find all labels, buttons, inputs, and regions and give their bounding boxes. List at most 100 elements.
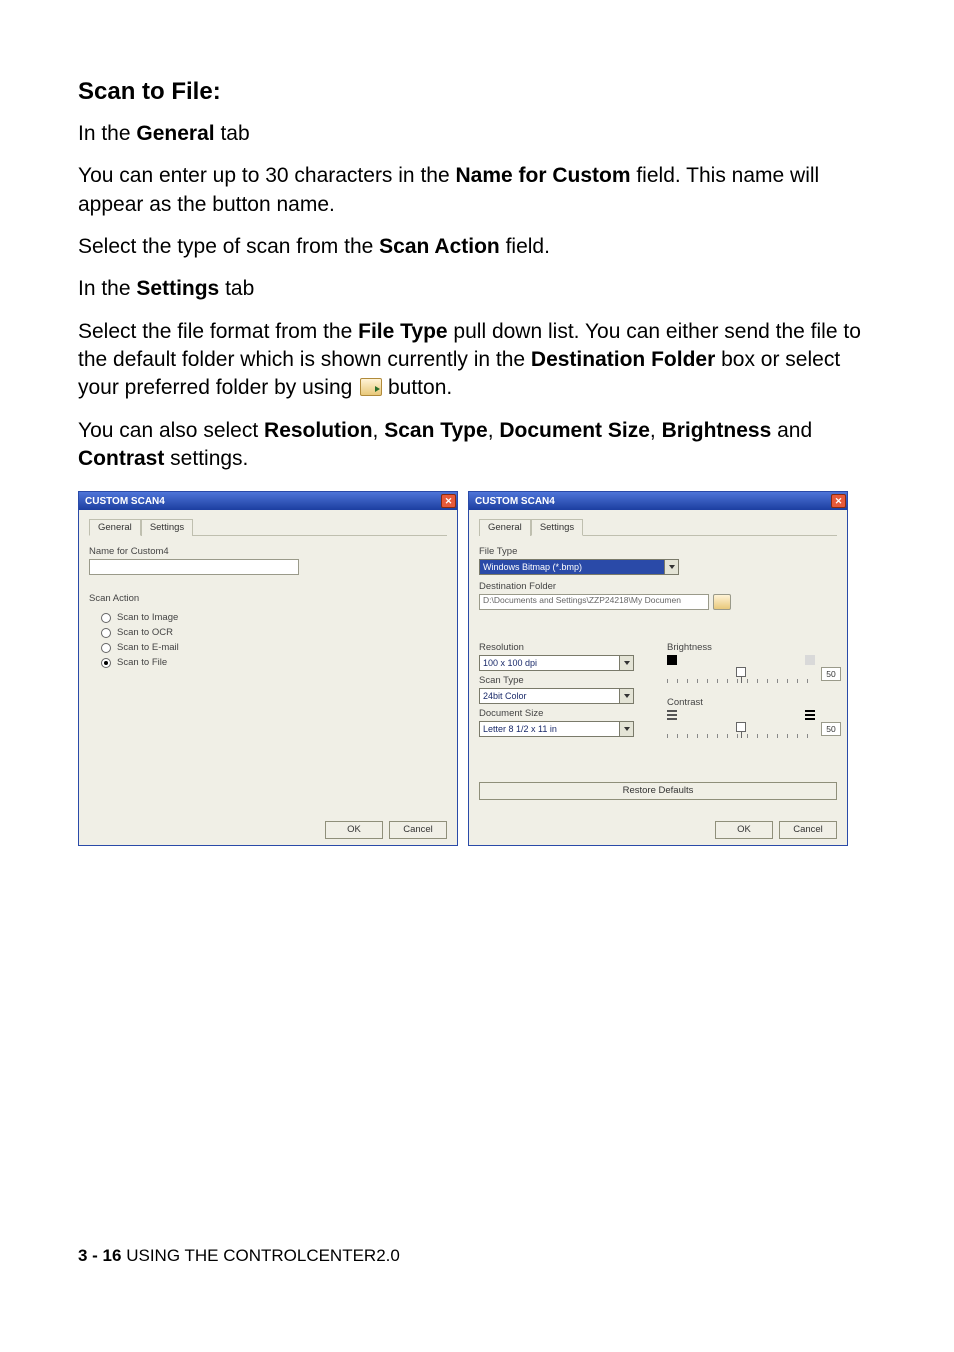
- text: Select the type of scan from the: [78, 235, 379, 258]
- contrast-high-icon: [805, 710, 815, 720]
- radio-label: Scan to OCR: [117, 627, 173, 638]
- text-bold: Destination Folder: [531, 348, 715, 371]
- tab-general[interactable]: General: [479, 519, 531, 536]
- cancel-button[interactable]: Cancel: [779, 821, 837, 839]
- tab-strip: General Settings: [479, 518, 837, 536]
- text: tab: [215, 122, 250, 145]
- chevron-down-icon: [664, 560, 678, 574]
- text: ,: [488, 419, 500, 442]
- file-type-label: File Type: [479, 546, 837, 557]
- custom-scan-dialog-settings: CUSTOM SCAN4 ✕ General Settings File Typ…: [468, 491, 848, 846]
- chevron-down-icon: [619, 656, 633, 670]
- brightness-slider[interactable]: 50: [667, 667, 837, 683]
- dialog-titlebar: CUSTOM SCAN4 ✕: [79, 492, 457, 510]
- name-for-custom-label: Name for Custom4: [89, 546, 447, 557]
- select-value: Letter 8 1/2 x 11 in: [483, 722, 557, 736]
- page-number: 3 - 16: [78, 1246, 121, 1265]
- destination-folder-label: Destination Folder: [479, 581, 837, 592]
- dialog-title: CUSTOM SCAN4: [475, 496, 555, 507]
- page-footer: 3 - 16 USING THE CONTROLCENTER2.0: [78, 1246, 876, 1266]
- folder-icon: [360, 378, 382, 396]
- document-size-label: Document Size: [479, 708, 649, 719]
- destination-folder-input[interactable]: D:\Documents and Settings\ZZP24218\My Do…: [479, 594, 709, 610]
- text: In the: [78, 277, 136, 300]
- text: Select the file format from the: [78, 320, 358, 343]
- chevron-down-icon: [619, 689, 633, 703]
- text: In the: [78, 122, 136, 145]
- paragraph-settings-tab: In the Settings tab: [78, 275, 876, 303]
- close-button[interactable]: ✕: [831, 494, 846, 508]
- text: settings.: [164, 447, 248, 470]
- brightness-high-icon: [805, 655, 815, 665]
- brightness-label: Brightness: [667, 642, 837, 653]
- text: ,: [650, 419, 662, 442]
- resolution-select[interactable]: 100 x 100 dpi: [479, 655, 634, 671]
- tab-settings[interactable]: Settings: [531, 519, 583, 536]
- select-value: 100 x 100 dpi: [483, 656, 537, 670]
- text-bold: File Type: [358, 320, 447, 343]
- radio-label: Scan to E-mail: [117, 642, 179, 653]
- radio-icon: [101, 643, 111, 653]
- select-value: Windows Bitmap (*.bmp): [483, 560, 582, 574]
- contrast-slider[interactable]: 50: [667, 722, 837, 738]
- resolution-label: Resolution: [479, 642, 649, 653]
- name-for-custom-input[interactable]: [89, 559, 299, 575]
- text: and: [771, 419, 812, 442]
- text: You can enter up to 30 characters in the: [78, 164, 455, 187]
- text-bold: Scan Action: [379, 235, 500, 258]
- text-bold: Contrast: [78, 447, 164, 470]
- brightness-low-icon: [667, 655, 677, 665]
- text-bold: Name for Custom: [455, 164, 630, 187]
- text-bold: Resolution: [264, 419, 373, 442]
- text-bold: Settings: [136, 277, 219, 300]
- radio-label: Scan to File: [117, 657, 167, 668]
- select-value: 24bit Color: [483, 689, 527, 703]
- text: field.: [500, 235, 550, 258]
- brightness-value: 50: [821, 667, 841, 681]
- contrast-label: Contrast: [667, 697, 837, 708]
- radio-scan-to-file[interactable]: Scan to File: [101, 657, 447, 668]
- scan-type-label: Scan Type: [479, 675, 649, 686]
- chapter-title: USING THE CONTROLCENTER2.0: [126, 1246, 400, 1265]
- cancel-button[interactable]: Cancel: [389, 821, 447, 839]
- radio-scan-to-email[interactable]: Scan to E-mail: [101, 642, 447, 653]
- ok-button[interactable]: OK: [325, 821, 383, 839]
- paragraph-file-type: Select the file format from the File Typ…: [78, 318, 876, 403]
- contrast-value: 50: [821, 722, 841, 736]
- radio-icon: [101, 658, 111, 668]
- browse-folder-button[interactable]: [713, 594, 731, 610]
- paragraph-scan-action: Select the type of scan from the Scan Ac…: [78, 233, 876, 261]
- document-size-select[interactable]: Letter 8 1/2 x 11 in: [479, 721, 634, 737]
- text: tab: [219, 277, 254, 300]
- section-heading: Scan to File:: [78, 78, 876, 106]
- text-bold: Document Size: [499, 419, 650, 442]
- tab-strip: General Settings: [89, 518, 447, 536]
- text: You can also select: [78, 419, 264, 442]
- radio-label: Scan to Image: [117, 612, 178, 623]
- scan-action-label: Scan Action: [89, 593, 447, 604]
- radio-scan-to-ocr[interactable]: Scan to OCR: [101, 627, 447, 638]
- text-bold: General: [136, 122, 214, 145]
- dialog-title: CUSTOM SCAN4: [85, 496, 165, 507]
- radio-scan-to-image[interactable]: Scan to Image: [101, 612, 447, 623]
- custom-scan-dialog-general: CUSTOM SCAN4 ✕ General Settings Name for…: [78, 491, 458, 846]
- radio-icon: [101, 613, 111, 623]
- file-type-select[interactable]: Windows Bitmap (*.bmp): [479, 559, 679, 575]
- close-button[interactable]: ✕: [441, 494, 456, 508]
- tab-settings[interactable]: Settings: [141, 519, 193, 536]
- tab-general[interactable]: General: [89, 519, 141, 536]
- paragraph-name-custom: You can enter up to 30 characters in the…: [78, 162, 876, 219]
- paragraph-general-tab: In the General tab: [78, 120, 876, 148]
- chevron-down-icon: [619, 722, 633, 736]
- ok-button[interactable]: OK: [715, 821, 773, 839]
- scan-type-select[interactable]: 24bit Color: [479, 688, 634, 704]
- text: ,: [373, 419, 385, 442]
- radio-icon: [101, 628, 111, 638]
- contrast-low-icon: [667, 710, 677, 720]
- dialog-titlebar: CUSTOM SCAN4 ✕: [469, 492, 847, 510]
- text-bold: Brightness: [662, 419, 772, 442]
- restore-defaults-button[interactable]: Restore Defaults: [479, 782, 837, 800]
- text-bold: Scan Type: [384, 419, 487, 442]
- text: button.: [382, 376, 452, 399]
- paragraph-other-settings: You can also select Resolution, Scan Typ…: [78, 417, 876, 474]
